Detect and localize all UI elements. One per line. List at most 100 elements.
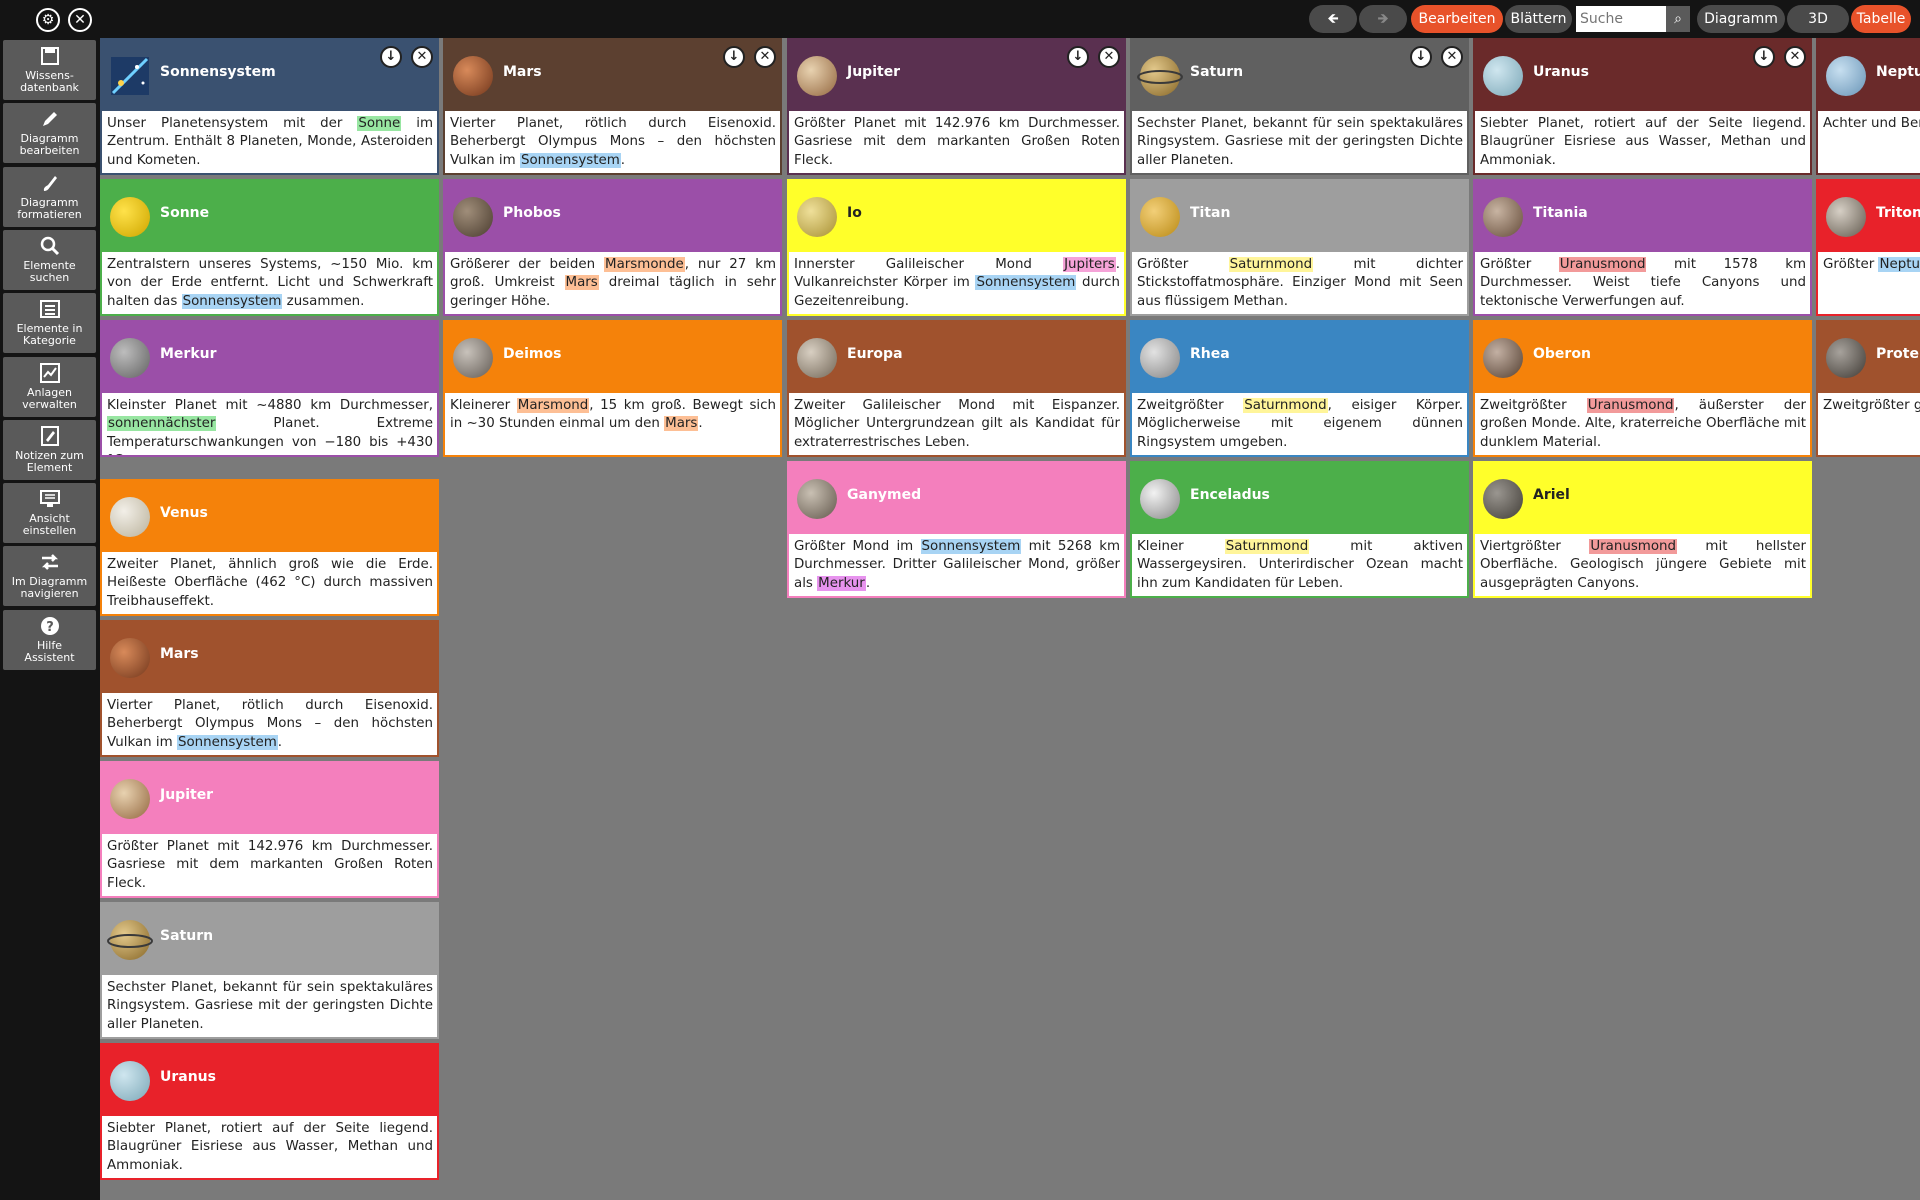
linked-term[interactable]: Merkur <box>817 575 866 591</box>
table-button[interactable]: Tabelle <box>1851 5 1911 33</box>
sidebar-item-4[interactable]: Elemente in Kategorie <box>3 293 96 354</box>
card-sonne[interactable]: Sonne Zentralstern unseres Systems, ~150 … <box>100 179 439 316</box>
card-header[interactable]: Ariel <box>1475 463 1810 534</box>
close-card-icon[interactable]: ✕ <box>1784 46 1806 68</box>
card-ariel[interactable]: Ariel Viertgrößter Uranusmond mit hellste… <box>1473 461 1812 598</box>
card-header[interactable]: Jupiter ↓ ✕ <box>789 40 1124 111</box>
card-titan[interactable]: Titan Größter Saturnmond mit dichter Stic… <box>1130 179 1469 316</box>
linked-term[interactable]: Uranusmond <box>1586 398 1675 413</box>
card-header[interactable]: Sonnensystem ↓ ✕ <box>102 40 437 111</box>
card-ganymed[interactable]: Ganymed Größter Mond im Sonnensystem mit … <box>787 461 1126 598</box>
card-header[interactable]: Rhea <box>1132 322 1467 393</box>
card-header[interactable]: Sonne <box>102 181 437 252</box>
sidebar-item-6[interactable]: Notizen zum Element <box>3 419 96 480</box>
card-header[interactable]: Phobos <box>445 181 780 252</box>
linked-term[interactable]: Sonnensystem <box>975 275 1077 291</box>
close-card-icon[interactable]: ✕ <box>1441 46 1463 68</box>
card-header[interactable]: Saturn ↓ ✕ <box>1132 40 1467 111</box>
browse-button[interactable]: Blättern <box>1505 5 1572 33</box>
card-merkur[interactable]: Merkur Kleinster Planet mit ~4880 km Durc… <box>100 320 439 457</box>
close-circle-icon[interactable]: ✕ <box>68 8 92 32</box>
linked-term[interactable]: Sonne <box>357 116 402 131</box>
card-jupiter[interactable]: Jupiter Größter Planet mit 142.976 km Dur… <box>100 761 439 898</box>
expand-down-icon[interactable]: ↓ <box>1410 46 1432 68</box>
card-mars[interactable]: Mars Vierter Planet, rötlich durch Eiseno… <box>100 620 439 757</box>
diagram-button[interactable]: Diagramm <box>1697 5 1785 33</box>
linked-term[interactable]: Marsmond <box>516 398 590 413</box>
card-sonnensystem[interactable]: Sonnensystem ↓ ✕ Unser Planetensystem mit d… <box>100 38 439 175</box>
card-oberon[interactable]: Oberon Zweitgrößter Uranusmond, äußerster… <box>1473 320 1812 457</box>
card-header[interactable]: Mars ↓ ✕ <box>445 40 780 111</box>
card-header[interactable]: Venus <box>102 481 437 552</box>
card-jupiter[interactable]: Jupiter ↓ ✕ Größter Planet mit 142.976 km D… <box>787 38 1126 175</box>
card-europa[interactable]: Europa Zweiter Galileischer Mond mit Eisp… <box>787 320 1126 457</box>
card-triton[interactable]: Triton Größter Neptu Neptun. Aktiv geolog… <box>1816 179 1920 316</box>
linked-term[interactable]: Marsmonde <box>604 257 685 272</box>
linked-term[interactable]: sonnennächster <box>107 416 217 432</box>
card-uranus[interactable]: Uranus Siebter Planet, rotiert auf der Se… <box>100 1043 439 1180</box>
card-header[interactable]: Titania <box>1475 181 1810 252</box>
card-mars[interactable]: Mars ↓ ✕ Vierter Planet, rötlich durch Eise… <box>443 38 782 175</box>
expand-down-icon[interactable]: ↓ <box>1753 46 1775 68</box>
card-uranus[interactable]: Uranus ↓ ✕ Siebter Planet, rotiert auf der … <box>1473 38 1812 175</box>
expand-down-icon[interactable]: ↓ <box>380 46 402 68</box>
linked-term[interactable]: Neptu <box>1878 257 1920 272</box>
sidebar-item-8[interactable]: Im Diagramm navigieren <box>3 546 96 607</box>
card-header[interactable]: Oberon <box>1475 322 1810 393</box>
card-enceladus[interactable]: Enceladus Kleiner Saturnmond mit aktiven … <box>1130 461 1469 598</box>
sidebar-item-1[interactable]: Diagramm bearbeiten <box>3 103 96 164</box>
card-saturn[interactable]: Saturn Sechster Planet, bekannt für sein … <box>100 902 439 1039</box>
linked-term[interactable]: Jupiters <box>1063 257 1116 272</box>
card-deimos[interactable]: Deimos Kleinerer Marsmond, 15 km groß. Be… <box>443 320 782 457</box>
close-card-icon[interactable]: ✕ <box>1098 46 1120 68</box>
sidebar-item-3[interactable]: Elemente suchen <box>3 229 96 290</box>
card-header[interactable]: Saturn <box>102 904 437 975</box>
forward-button[interactable]: 🡺 <box>1359 5 1407 33</box>
card-header[interactable]: Uranus ↓ ✕ <box>1475 40 1810 111</box>
sidebar-item-2[interactable]: Diagramm formatieren <box>3 166 96 227</box>
linked-term[interactable]: Sonnensystem <box>176 734 278 750</box>
card-header[interactable]: Proteus <box>1818 322 1920 393</box>
3d-button[interactable]: 3D <box>1787 5 1849 33</box>
search-input[interactable] <box>1576 6 1666 32</box>
card-phobos[interactable]: Phobos Größerer der beiden Marsmonde, nur… <box>443 179 782 316</box>
card-rhea[interactable]: Rhea Zweitgrößter Saturnmond, eisiger Kör… <box>1130 320 1469 457</box>
card-header[interactable]: Merkur <box>102 322 437 393</box>
search-button[interactable]: ⌕ <box>1666 6 1690 32</box>
expand-down-icon[interactable]: ↓ <box>723 46 745 68</box>
linked-term[interactable]: Saturnmond <box>1243 398 1328 413</box>
card-titania[interactable]: Titania Größter Uranusmond mit 1578 km Du… <box>1473 179 1812 316</box>
card-venus[interactable]: Venus Zweiter Planet, ähnlich groß wie di… <box>100 479 439 616</box>
sidebar-item-7[interactable]: Ansicht einstellen <box>3 483 96 544</box>
card-header[interactable]: Io <box>789 181 1124 252</box>
card-header[interactable]: Europa <box>789 322 1124 393</box>
linked-term[interactable]: Saturnmond <box>1224 539 1310 554</box>
card-header[interactable]: Enceladus <box>1132 463 1467 534</box>
linked-term[interactable]: Sonnensystem <box>920 539 1022 554</box>
card-header[interactable]: Mars <box>102 622 437 693</box>
sidebar-item-9[interactable]: ? Hilfe Assistent <box>3 609 96 670</box>
gear-circle-icon[interactable]: ⚙ <box>36 8 60 32</box>
linked-term[interactable]: Uranusmond <box>1558 257 1647 272</box>
card-header[interactable]: Jupiter <box>102 763 437 834</box>
sidebar-item-5[interactable]: Anlagen verwalten <box>3 356 96 417</box>
card-header[interactable]: Triton <box>1818 181 1920 252</box>
card-header[interactable]: Titan <box>1132 181 1467 252</box>
card-neptun[interactable]: Neptun Achter und Berechnungen Sonnensyst… <box>1816 38 1920 175</box>
card-header[interactable]: Neptun <box>1818 40 1920 111</box>
linked-term[interactable]: Saturnmond <box>1228 257 1314 272</box>
card-header[interactable]: Ganymed <box>789 463 1124 534</box>
card-header[interactable]: Deimos <box>445 322 780 393</box>
expand-down-icon[interactable]: ↓ <box>1067 46 1089 68</box>
card-saturn[interactable]: Saturn ↓ ✕ Sechster Planet, bekannt für sei… <box>1130 38 1469 175</box>
card-header[interactable]: Uranus <box>102 1045 437 1116</box>
linked-term[interactable]: Mars <box>564 275 599 291</box>
card-io[interactable]: Io Innerster Galileischer Mond Jupiters. … <box>787 179 1126 316</box>
close-card-icon[interactable]: ✕ <box>411 46 433 68</box>
linked-term[interactable]: Sonnensystem <box>181 293 283 309</box>
back-button[interactable]: 🡸 <box>1309 5 1357 33</box>
linked-term[interactable]: Mars <box>664 416 699 432</box>
edit-button[interactable]: Bearbeiten <box>1411 5 1503 33</box>
close-card-icon[interactable]: ✕ <box>754 46 776 68</box>
linked-term[interactable]: Sonnensystem <box>519 152 621 168</box>
